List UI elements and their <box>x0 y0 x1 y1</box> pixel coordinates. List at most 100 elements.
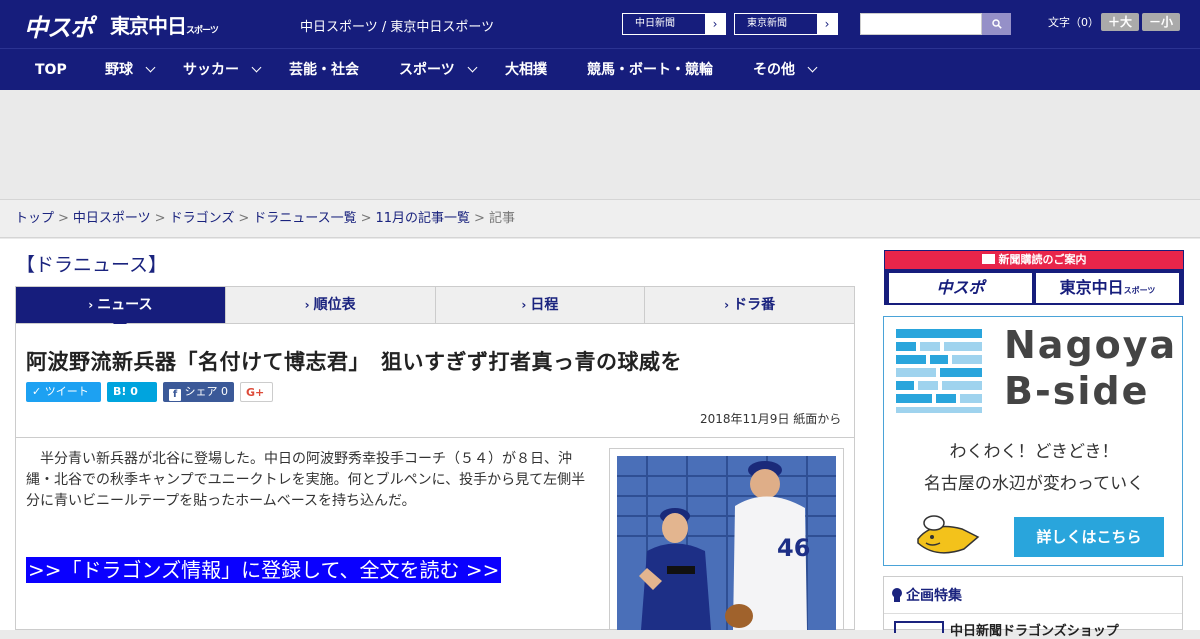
nav-item-entertainment[interactable]: 芸能・社会 <box>289 49 359 91</box>
tab-dora-ban[interactable]: › ドラ番 <box>645 287 854 323</box>
ad-tagline-2: 名古屋の水辺が変わっていく <box>923 474 1145 494</box>
ad-banner-area <box>0 90 1200 200</box>
chevron-right-icon: › <box>88 298 94 312</box>
tab-label: 日程 <box>530 297 559 313</box>
tab-label: ドラ番 <box>733 297 776 313</box>
breadcrumb-link[interactable]: 11月の記事一覧 <box>376 211 471 226</box>
breadcrumb-link[interactable]: ドラゴンズ <box>170 211 235 226</box>
newspaper-icon <box>981 254 995 264</box>
breadcrumb-separator: > <box>238 211 250 226</box>
nav-item-soccer[interactable]: サッカー <box>183 49 262 91</box>
nav-label: 大相撲 <box>505 62 547 78</box>
brick-wall-logo <box>896 329 982 413</box>
facebook-icon: f <box>169 389 181 401</box>
tweet-label: ツイート <box>44 385 89 398</box>
feature-section: 企画特集 中日新聞ドラゴンズショップ <box>883 576 1183 639</box>
tokyo-shimbun-link[interactable]: 東京新聞 › <box>734 13 838 35</box>
chunichi-shimbun-label: 中日新聞 <box>623 14 705 34</box>
search-input[interactable] <box>860 13 982 35</box>
register-read-more-link[interactable]: >>「ドラゴンズ情報」に登録して、全文を読む >> <box>26 557 502 583</box>
nav-item-sumo[interactable]: 大相撲 <box>505 49 547 91</box>
breadcrumb-link[interactable]: トップ <box>15 211 54 226</box>
chevron-right-icon: › <box>817 14 837 34</box>
divider <box>15 437 855 438</box>
nav-item-other[interactable]: その他 <box>753 49 818 91</box>
breadcrumb-separator: > <box>154 211 166 226</box>
ad-title-line-2: B-side <box>1004 369 1150 413</box>
subscription-banner[interactable]: 新聞購読のご案内 中スポ 東京中日スポーツ <box>884 250 1184 305</box>
google-plus-button[interactable]: G+ <box>240 382 273 402</box>
feature-thumbnail[interactable] <box>894 621 944 633</box>
learn-more-button[interactable]: 詳しくはこちら <box>1014 517 1164 557</box>
tokyo-chunichi-logo-text: 東京中日 <box>110 14 187 38</box>
breadcrumb-current: 記事 <box>488 211 515 226</box>
nav-label: スポーツ <box>399 62 455 78</box>
feature-header: 企画特集 <box>892 585 962 605</box>
nav-item-racing[interactable]: 競馬・ボート・競輪 <box>587 49 713 91</box>
article-photo[interactable]: 46 <box>617 456 836 630</box>
subscription-header: 新聞購読のご案内 <box>885 251 1183 269</box>
ad-title-line-1: Nagoya <box>1004 323 1178 367</box>
tab-standings[interactable]: › 順位表 <box>226 287 436 323</box>
divider <box>884 613 1182 614</box>
breadcrumb-separator: > <box>474 211 485 226</box>
breadcrumb: トップ > 中日スポーツ > ドラゴンズ > ドラニュース一覧 >11月の記事一覧 > 記事 <box>0 200 1200 238</box>
hatena-bookmark-button[interactable]: B! 0 <box>107 382 157 402</box>
main-nav: TOP 野球 サッカー 芸能・社会 スポーツ 大相撲 競馬・ボート・競輪 その他 <box>0 48 1200 90</box>
top-header: 中スポ 東京中日スポーツ 中日スポーツ / 東京中日スポーツ 中日新聞 › 東京… <box>0 0 1200 48</box>
tab-news[interactable]: › ニュース <box>16 287 226 331</box>
award-icon <box>892 588 902 602</box>
jersey-number: 46 <box>777 534 810 562</box>
breadcrumb-separator: > <box>58 211 69 226</box>
nav-label: 競馬・ボート・競輪 <box>587 62 713 78</box>
facebook-share-button[interactable]: f シェア 0 <box>163 382 234 402</box>
site-names: 中日スポーツ / 東京中日スポーツ <box>300 20 495 35</box>
nav-label: サッカー <box>183 62 239 78</box>
tab-label: ニュース <box>97 297 153 313</box>
ad-title: Nagoya B-side <box>1004 322 1177 414</box>
subscribe-tokyo-chunichi[interactable]: 東京中日スポーツ <box>1036 273 1179 303</box>
tweet-button[interactable]: ✓ ツイート <box>26 382 101 402</box>
tokyo-chunichi-logo[interactable]: 東京中日スポーツ <box>110 10 219 39</box>
chevron-down-icon <box>467 62 478 73</box>
subscribe-chuspo[interactable]: 中スポ <box>889 273 1032 303</box>
font-size-label: 文字（0） <box>1048 16 1099 29</box>
nav-item-top[interactable]: TOP <box>35 49 67 91</box>
nav-item-baseball[interactable]: 野球 <box>105 49 156 91</box>
breadcrumb-separator: > <box>360 211 372 226</box>
chevron-down-icon <box>145 62 156 73</box>
chuspo-logo[interactable]: 中スポ <box>24 8 94 43</box>
breadcrumb-link[interactable]: ドラニュース一覧 <box>253 211 356 226</box>
baseball-players-image: 46 <box>617 456 836 630</box>
search-icon <box>991 19 1002 29</box>
article-headline: 阿波野流新兵器「名付けて博志君」 狙いすぎず打者真っ青の球威を <box>26 350 682 374</box>
chevron-down-icon <box>251 62 262 73</box>
twitter-icon: ✓ <box>32 385 42 398</box>
shrimp-mascot-icon <box>917 515 980 554</box>
chevron-right-icon: › <box>724 298 730 312</box>
ad-tagline-1: わくわく！どきどき！ <box>949 442 1119 462</box>
tokyo-shimbun-label: 東京新聞 <box>735 14 817 34</box>
subscribe-tokyo-chunichi-label: 東京中日 <box>1059 278 1124 297</box>
search-button[interactable] <box>982 13 1011 35</box>
article-date: 2018年11月9日 紙面から <box>700 412 842 426</box>
subscription-header-label: 新聞購読のご案内 <box>998 253 1087 266</box>
feature-header-label: 企画特集 <box>906 588 962 604</box>
chevron-down-icon <box>807 62 818 73</box>
subscribe-tokyo-chunichi-small: スポーツ <box>1123 286 1156 295</box>
nav-label: 野球 <box>105 62 133 78</box>
chunichi-shimbun-link[interactable]: 中日新聞 › <box>622 13 726 35</box>
nav-label: その他 <box>753 62 795 78</box>
chevron-right-icon: › <box>304 298 310 312</box>
facebook-share-label: シェア 0 <box>184 385 229 398</box>
nav-label: 芸能・社会 <box>289 62 359 78</box>
tab-schedule[interactable]: › 日程 <box>436 287 646 323</box>
nav-item-sports[interactable]: スポーツ <box>399 49 478 91</box>
nav-label: TOP <box>35 62 67 78</box>
font-bigger-button[interactable]: ＋大 <box>1101 13 1139 31</box>
breadcrumb-link[interactable]: 中日スポーツ <box>73 211 151 226</box>
tokyo-chunichi-logo-small: スポーツ <box>186 26 219 36</box>
chevron-right-icon: › <box>521 298 527 312</box>
font-smaller-button[interactable]: －小 <box>1142 13 1180 31</box>
section-title: 【ドラニュース】 <box>16 254 168 276</box>
